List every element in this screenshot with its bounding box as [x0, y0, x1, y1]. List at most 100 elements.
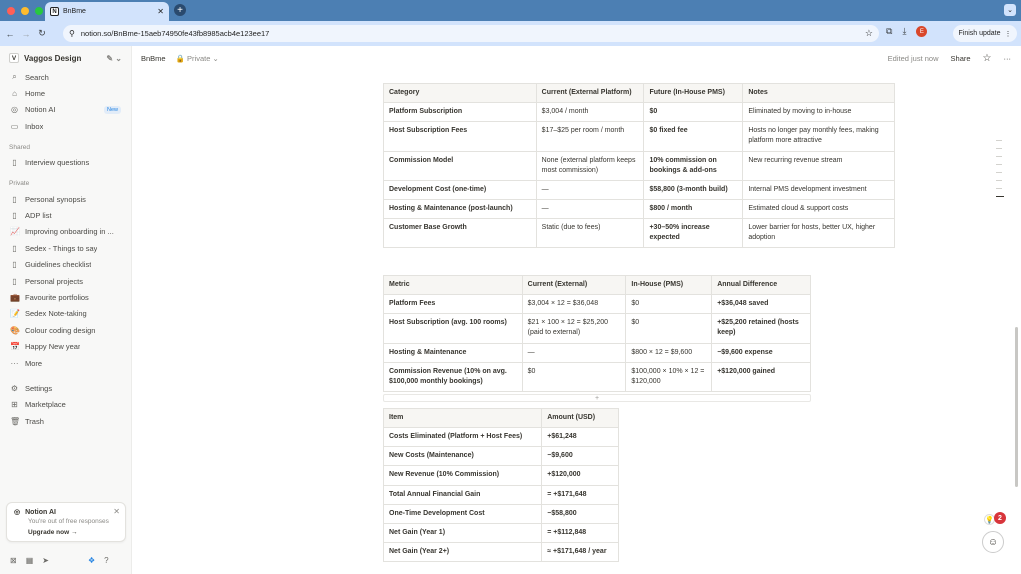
table-cell[interactable]: New recurring revenue stream [742, 150, 895, 181]
table-cell[interactable]: Eliminated by moving to in-house [742, 102, 895, 123]
sidebar-item-personal-synopsis[interactable]: ▯ Personal synopsis [0, 191, 131, 207]
table-cell[interactable]: New Costs (Maintenance) [382, 446, 543, 467]
calendar-app-icon[interactable]: ▦ [26, 556, 34, 565]
table-cell[interactable]: None (external platform keeps most commi… [535, 150, 645, 181]
table-cell[interactable]: Costs Eliminated (Platform + Host Fees) [382, 427, 543, 448]
column-header[interactable]: Metric [383, 274, 523, 296]
sidebar-item-sedex-things-to-say[interactable]: ▯ Sedex - Things to say [0, 240, 131, 256]
sidebar-item-favourite-portfolios[interactable]: 💼 Favourite portfolios [0, 289, 131, 305]
notion-mail-icon[interactable]: ⊠ [10, 556, 17, 565]
column-header[interactable]: Current (External Platform) [535, 82, 645, 104]
column-header[interactable]: Future (In-House PMS) [643, 82, 744, 104]
table-cell[interactable]: +$61,248 [541, 427, 619, 448]
forward-button[interactable]: → [20, 29, 32, 39]
table-cell[interactable]: Platform Fees [383, 294, 523, 315]
close-tab-icon[interactable]: ✕ [157, 7, 164, 16]
table-cell[interactable]: $0 [521, 361, 627, 392]
table-cell[interactable]: −$58,800 [541, 503, 619, 524]
table-cell[interactable]: $3,004 / month [535, 102, 645, 123]
table-cell[interactable]: One-Time Development Cost [382, 503, 543, 524]
table-cell[interactable]: $0 fixed fee [643, 121, 744, 152]
add-row-button[interactable]: + [383, 394, 811, 402]
table-cell[interactable]: Hosts no longer pay monthly fees, making… [742, 121, 895, 152]
table-cell[interactable]: = +$171,648 [541, 484, 619, 505]
table-cell[interactable]: $0 [625, 294, 713, 315]
sidebar-item-happy-new-year[interactable]: 📅 Happy New year [0, 338, 131, 354]
sidebar-item-inbox[interactable]: ▭ Inbox [0, 118, 131, 134]
sidebar-item-sedex-note-taking[interactable]: 📝 Sedex Note-taking [0, 306, 131, 322]
table-cell[interactable]: Lower barrier for hosts, better UX, high… [742, 218, 895, 249]
table-cell[interactable]: Customer Base Growth [383, 218, 537, 249]
table-cell[interactable]: +$25,200 retained (hosts keep) [711, 313, 811, 344]
table-cell[interactable]: $0 [625, 313, 713, 344]
help-icon[interactable]: ? [104, 556, 108, 565]
breadcrumb[interactable]: BnBme [141, 54, 166, 63]
column-header[interactable]: Annual Difference [711, 274, 811, 296]
back-button[interactable]: ← [4, 29, 16, 39]
table-cell[interactable]: +$120,000 [541, 465, 619, 486]
privacy-indicator[interactable]: 🔒 Private ⌄ [176, 54, 219, 63]
close-window-button[interactable] [7, 6, 15, 15]
table-cell[interactable]: $21 × 100 × 12 = $25,200 (paid to extern… [521, 313, 627, 344]
profile-avatar[interactable]: E [916, 26, 928, 37]
table-cell[interactable]: — [521, 342, 627, 363]
table-cell[interactable]: Estimated cloud & support costs [742, 198, 895, 220]
table-cell[interactable]: Host Subscription (avg. 100 rooms) [383, 313, 523, 344]
sidebar-item-interview-questions[interactable]: ▯ Interview questions [0, 155, 131, 171]
share-button[interactable]: Share [951, 54, 971, 63]
new-page-icon[interactable]: ✎ ⌄ [106, 54, 122, 63]
sidebar-item-notion-ai[interactable]: ◎ Notion AI New [0, 102, 131, 118]
send-icon[interactable]: ➤ [42, 556, 49, 565]
close-card-icon[interactable]: ✕ [113, 507, 120, 516]
sidebar-item-home[interactable]: ⌂ Home [0, 85, 131, 101]
browser-tab[interactable]: N BnBme ✕ [45, 2, 169, 21]
column-header[interactable]: Category [383, 82, 537, 104]
sidebar-item-trash[interactable]: 🗑 Trash [0, 413, 131, 429]
sidebar-item-more[interactable]: ··· More [0, 355, 131, 371]
table-cell[interactable]: — [535, 179, 645, 200]
help-widget[interactable]: 💡 2 ☺ [980, 512, 1006, 556]
table-cell[interactable]: +30–50% increase expected [643, 218, 744, 249]
table-cell[interactable]: = +$112,848 [541, 522, 619, 543]
table-cell[interactable]: Total Annual Financial Gain [382, 484, 543, 505]
column-header[interactable]: In-House (PMS) [625, 274, 713, 296]
sidebar-item-marketplace[interactable]: ⊞ Marketplace [0, 397, 131, 413]
minimize-window-button[interactable] [21, 6, 29, 15]
table-cell[interactable]: Static (due to fees) [535, 218, 645, 249]
table-cell[interactable]: Development Cost (one-time) [383, 179, 537, 200]
page-outline[interactable] [996, 140, 1004, 204]
table-cell[interactable]: −$9,600 [541, 446, 619, 467]
maximize-window-button[interactable] [35, 6, 43, 15]
column-header[interactable]: Item [382, 407, 543, 429]
table-cell[interactable]: Hosting & Maintenance (post-launch) [383, 198, 537, 220]
workspace-switcher[interactable]: V Vaggos Design ✎ ⌄ [0, 46, 131, 69]
sidebar-item-colour-coding-design[interactable]: 🎨 Colour coding design [0, 322, 131, 338]
table-cell[interactable]: $58,800 (3-month build) [643, 179, 744, 200]
address-bar[interactable]: ⚲ notion.so/BnBme-15aeb74950fe43fb8985ac… [63, 25, 879, 42]
table-cell[interactable]: ≈ +$171,648 / year [541, 541, 619, 563]
table-cell[interactable]: Net Gain (Year 2+) [382, 541, 543, 563]
scrollbar[interactable] [1015, 327, 1018, 487]
table-cell[interactable]: Platform Subscription [383, 102, 537, 123]
table-cell[interactable]: +$36,048 saved [711, 294, 811, 315]
table-cell[interactable]: 10% commission on bookings & add-ons [643, 150, 744, 181]
finish-update-button[interactable]: Finish update ⋮ [953, 25, 1017, 42]
help-face-icon[interactable]: ☺ [982, 531, 1004, 553]
sidebar-item-settings[interactable]: ⚙ Settings [0, 380, 131, 396]
reload-button[interactable]: ↻ [36, 28, 48, 39]
table-cell[interactable]: $800 / month [643, 198, 744, 220]
more-options-icon[interactable]: ··· [1004, 54, 1012, 63]
extensions-icon[interactable]: ⧉ [886, 26, 892, 37]
new-tab-button[interactable]: + [174, 4, 186, 16]
favorite-star-icon[interactable]: ☆ [983, 53, 992, 64]
table-cell[interactable]: Internal PMS development investment [742, 179, 895, 200]
download-icon[interactable]: ⤓ [902, 26, 906, 37]
table-cell[interactable]: $17–$25 per room / month [535, 121, 645, 152]
table-cell[interactable]: Host Subscription Fees [383, 121, 537, 152]
table-cell[interactable]: — [535, 198, 645, 220]
site-info-icon[interactable]: ⚲ [69, 29, 75, 38]
table-cell[interactable]: New Revenue (10% Commission) [382, 465, 543, 486]
sidebar-item-adp-list[interactable]: ▯ ADP list [0, 207, 131, 223]
table-cell[interactable]: Net Gain (Year 1) [382, 522, 543, 543]
sparkle-icon[interactable]: ❖ [88, 556, 95, 565]
